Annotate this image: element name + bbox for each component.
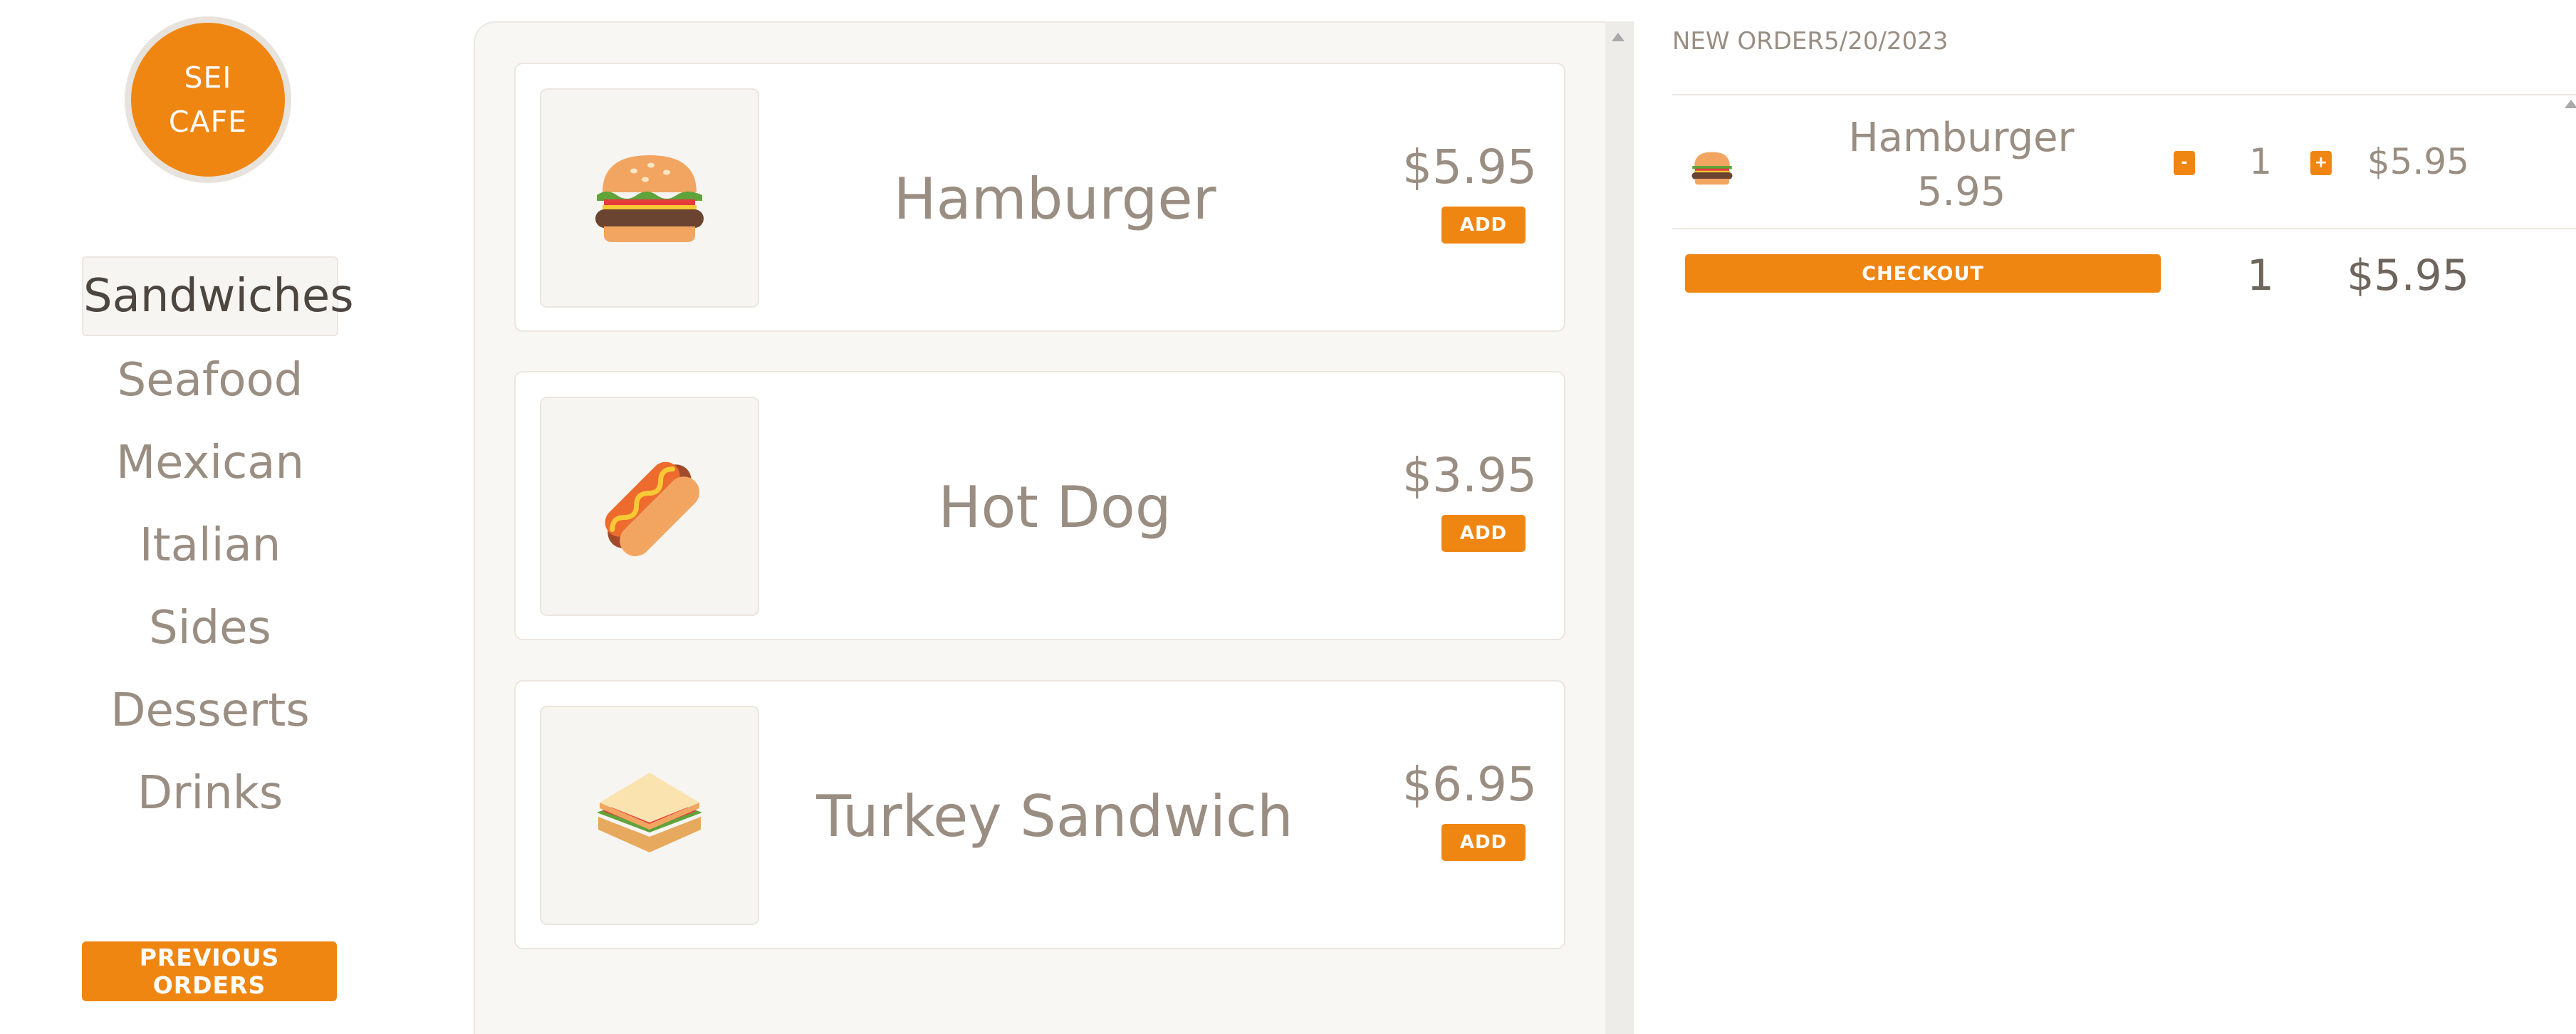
sandwich-icon bbox=[597, 773, 702, 852]
add-hot-dog-button[interactable]: ADD bbox=[1441, 515, 1526, 552]
category-seafood[interactable]: Seafood bbox=[0, 339, 420, 422]
logo-line-2: CAFE bbox=[168, 105, 248, 139]
order-line-total: $5.95 bbox=[2367, 141, 2469, 182]
order-line-item-name: Hamburger bbox=[1848, 115, 2075, 161]
order-total-price: $5.95 bbox=[2347, 251, 2469, 301]
menu-item-price: $5.95 bbox=[1402, 140, 1537, 194]
previous-orders-button[interactable]: PREVIOUS ORDERS bbox=[82, 941, 337, 1001]
category-drinks[interactable]: Drinks bbox=[0, 752, 420, 835]
hamburger-icon bbox=[595, 155, 704, 242]
order-header: NEW ORDER5/20/2023 bbox=[1672, 27, 1948, 56]
order-line-name: Hamburger 5.95 bbox=[1805, 111, 2118, 219]
hot-dog-icon bbox=[605, 461, 700, 557]
sei-cafe-logo: SEI CAFE bbox=[131, 23, 285, 177]
menu-item-card: Hot Dog $3.95 ADD bbox=[514, 371, 1565, 640]
menu-scrollbar[interactable] bbox=[1605, 21, 1634, 1034]
category-sandwiches[interactable]: Sandwiches bbox=[82, 256, 354, 336]
decrease-quantity-button[interactable]: - bbox=[2174, 151, 2195, 175]
logo-line-1: SEI bbox=[184, 61, 232, 95]
category-mexican[interactable]: Mexican bbox=[0, 422, 420, 504]
category-desserts[interactable]: Desserts bbox=[0, 669, 420, 752]
category-italian[interactable]: Italian bbox=[0, 504, 420, 587]
order-header-label: NEW ORDER bbox=[1672, 27, 1825, 56]
menu-item-name: Hot Dog bbox=[938, 474, 1172, 540]
menu-item-price: $6.95 bbox=[1402, 757, 1537, 812]
divider bbox=[1672, 94, 2576, 95]
order-line-quantity: 1 bbox=[2249, 141, 2272, 182]
order-total-quantity: 1 bbox=[2246, 251, 2275, 301]
add-hamburger-button[interactable]: ADD bbox=[1441, 207, 1526, 244]
menu-item-thumbnail bbox=[540, 397, 759, 616]
menu-item-thumbnail bbox=[540, 88, 759, 308]
menu-item-price: $3.95 bbox=[1402, 448, 1537, 503]
increase-quantity-button[interactable]: + bbox=[2310, 151, 2332, 175]
menu-item-card: Turkey Sandwich $6.95 ADD bbox=[514, 680, 1565, 949]
menu-item-name: Turkey Sandwich bbox=[816, 783, 1293, 850]
sidebar: SEI CAFE Sandwiches Seafood Mexican Ital… bbox=[0, 0, 420, 1034]
order-scroll-up-arrow-icon[interactable] bbox=[2565, 100, 2576, 108]
cafe-app: SEI CAFE Sandwiches Seafood Mexican Ital… bbox=[0, 0, 2576, 1034]
checkout-button[interactable]: CHECKOUT bbox=[1685, 254, 2161, 293]
category-sides[interactable]: Sides bbox=[0, 587, 420, 669]
add-turkey-sandwich-button[interactable]: ADD bbox=[1441, 824, 1526, 861]
scroll-up-arrow-icon[interactable] bbox=[1612, 33, 1625, 41]
divider bbox=[1672, 228, 2576, 229]
order-panel: NEW ORDER5/20/2023 Hamburger 5.95 - 1 + … bbox=[1634, 0, 2576, 1034]
order-date: 5/20/2023 bbox=[1824, 27, 1949, 56]
menu-item-thumbnail bbox=[540, 706, 759, 925]
order-line-unit-price: 5.95 bbox=[1917, 169, 2006, 215]
menu-item-card: Hamburger $5.95 ADD bbox=[514, 63, 1565, 332]
hamburger-icon bbox=[1691, 152, 1733, 185]
menu-item-name: Hamburger bbox=[893, 165, 1216, 232]
category-nav: Sandwiches Seafood Mexican Italian Sides… bbox=[0, 256, 420, 835]
